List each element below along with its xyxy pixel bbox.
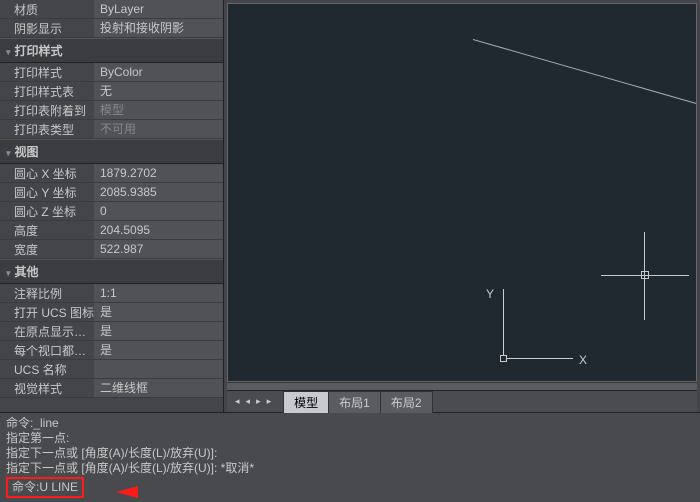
pickbox-icon: [641, 271, 649, 279]
prop-row[interactable]: 圆心 Z 坐标 0: [0, 202, 223, 221]
drawing-viewport[interactable]: Y X: [227, 3, 697, 382]
prop-row-material[interactable]: 材质 ByLayer: [0, 0, 223, 19]
prop-value[interactable]: 0: [94, 202, 223, 220]
prop-value[interactable]: 1879.2702: [94, 164, 223, 182]
tab-last-icon[interactable]: ▸: [265, 396, 274, 407]
tab-layout2[interactable]: 布局2: [380, 391, 433, 413]
prop-value[interactable]: 2085.9385: [94, 183, 223, 201]
properties-panel: 材质 ByLayer 阴影显示 投射和接收阴影 打印样式 打印样式 ByColo…: [0, 0, 224, 412]
prop-value[interactable]: [94, 360, 223, 378]
prop-row[interactable]: 高度 204.5095: [0, 221, 223, 240]
layout-tab-bar: ◂ ◂ ▸ ▸ 模型 布局1 布局2: [227, 390, 697, 412]
command-window[interactable]: 命令:_line 指定第一点: 指定下一点或 [角度(A)/长度(L)/放弃(U…: [0, 412, 700, 502]
tab-nav-controls: ◂ ◂ ▸ ▸: [227, 396, 279, 407]
prop-label: 宽度: [0, 241, 94, 258]
prop-label: UCS 名称: [0, 361, 94, 378]
section-view[interactable]: 视图: [0, 139, 223, 164]
prop-value[interactable]: ByColor: [94, 63, 223, 81]
prop-label: 圆心 Z 坐标: [0, 203, 94, 220]
cmd-line: 指定下一点或 [角度(A)/长度(L)/放弃(U)]: *取消*: [6, 461, 694, 476]
prop-row[interactable]: 注释比例 1:1: [0, 284, 223, 303]
prop-label: 注释比例: [0, 285, 94, 302]
cmd-line: 指定下一点或 [角度(A)/长度(L)/放弃(U)]:: [6, 446, 694, 461]
prop-label: 在原点显示…: [0, 323, 94, 340]
prop-row[interactable]: 打印样式 ByColor: [0, 63, 223, 82]
prop-label: 高度: [0, 222, 94, 239]
prop-row[interactable]: 每个视口都… 是: [0, 341, 223, 360]
annotation-arrow-icon: [110, 486, 138, 498]
prop-label: 打印表附着到: [0, 102, 94, 119]
prop-row[interactable]: 打印表类型 不可用: [0, 120, 223, 139]
prop-label: 打印样式: [0, 64, 94, 81]
tab-prev-icon[interactable]: ◂: [244, 396, 253, 407]
ucs-x-label: X: [579, 353, 587, 367]
cmd-current: 命令:U LINE: [12, 480, 78, 494]
prop-row[interactable]: 圆心 X 坐标 1879.2702: [0, 164, 223, 183]
prop-label: 圆心 X 坐标: [0, 165, 94, 182]
drawn-line: [473, 39, 697, 172]
prop-value[interactable]: 无: [94, 82, 223, 100]
prop-label: 打开 UCS 图标: [0, 304, 94, 321]
prop-label: 视觉样式: [0, 380, 94, 397]
prop-value[interactable]: 是: [94, 341, 223, 359]
prop-value[interactable]: 204.5095: [94, 221, 223, 239]
prop-value[interactable]: 1:1: [94, 284, 223, 302]
prop-row[interactable]: 打印表附着到 模型: [0, 101, 223, 120]
prop-label: 圆心 Y 坐标: [0, 184, 94, 201]
prop-row[interactable]: 宽度 522.987: [0, 240, 223, 259]
prop-row[interactable]: 圆心 Y 坐标 2085.9385: [0, 183, 223, 202]
prop-label: 打印表类型: [0, 121, 94, 138]
section-print-style[interactable]: 打印样式: [0, 38, 223, 63]
cmd-line: 指定第一点:: [6, 431, 694, 446]
prop-label: 打印样式表: [0, 83, 94, 100]
tab-model[interactable]: 模型: [283, 391, 329, 413]
prop-value[interactable]: 模型: [94, 101, 223, 119]
ucs-y-label: Y: [486, 287, 494, 301]
prop-row[interactable]: UCS 名称: [0, 360, 223, 379]
scrollbar-horizontal[interactable]: [227, 382, 697, 390]
prop-label: 每个视口都…: [0, 342, 94, 359]
prop-row[interactable]: 在原点显示… 是: [0, 322, 223, 341]
prop-value[interactable]: 是: [94, 322, 223, 340]
prop-label: 材质: [0, 1, 94, 18]
section-other[interactable]: 其他: [0, 259, 223, 284]
tab-layout1[interactable]: 布局1: [328, 391, 381, 413]
prop-row[interactable]: 视觉样式 二维线框: [0, 379, 223, 398]
prop-row[interactable]: 打开 UCS 图标 是: [0, 303, 223, 322]
prop-row-shadow[interactable]: 阴影显示 投射和接收阴影: [0, 19, 223, 38]
tab-first-icon[interactable]: ◂: [233, 396, 242, 407]
cmd-line: 命令:_line: [6, 416, 694, 431]
tab-next-icon[interactable]: ▸: [254, 396, 263, 407]
prop-value[interactable]: 二维线框: [94, 379, 223, 397]
prop-row[interactable]: 打印样式表 无: [0, 82, 223, 101]
prop-value[interactable]: ByLayer: [94, 0, 223, 18]
prop-label: 阴影显示: [0, 20, 94, 37]
viewport-frame: Y X ◂ ◂ ▸ ▸ 模型 布局1 布局2: [224, 0, 700, 412]
prop-value[interactable]: 522.987: [94, 240, 223, 258]
prop-value[interactable]: 是: [94, 303, 223, 321]
highlight-box: 命令:U LINE: [6, 477, 84, 498]
prop-value[interactable]: 不可用: [94, 120, 223, 138]
prop-value[interactable]: 投射和接收阴影: [94, 19, 223, 37]
